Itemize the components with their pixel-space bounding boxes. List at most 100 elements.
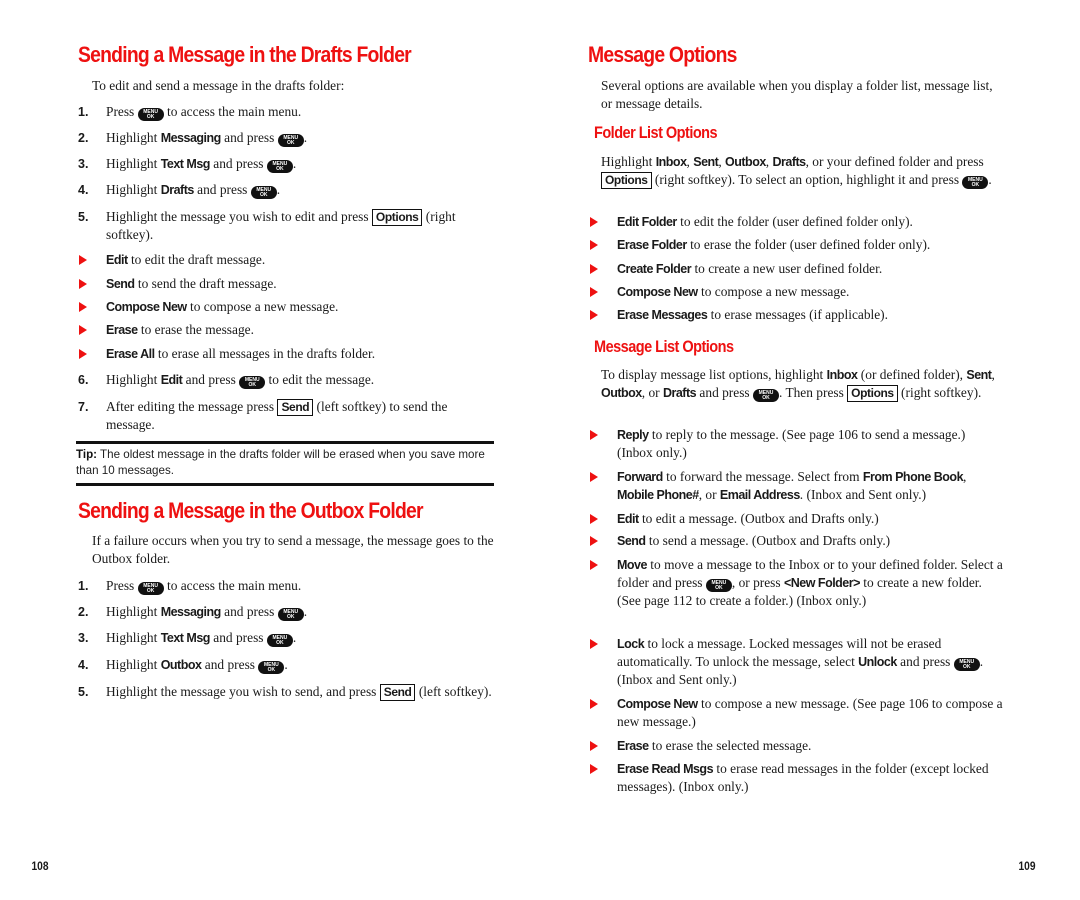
bold-term: Inbox bbox=[826, 368, 858, 382]
option-item: Compose New to compose a new message. bbox=[78, 298, 488, 316]
step-text: Highlight Text Msg and press MENU OK. bbox=[106, 630, 297, 647]
bold-term: Forward bbox=[617, 470, 663, 484]
option-item: Send to send a message. (Outbox and Draf… bbox=[589, 532, 1003, 550]
folder-list-options-heading: Folder List Options bbox=[594, 124, 718, 142]
menu-ok-key-icon: MENU OK bbox=[953, 658, 980, 671]
option-text: Reply to reply to the message. (See page… bbox=[617, 427, 966, 460]
message-options-title: Message Options bbox=[588, 42, 737, 67]
option-text: Edit to edit a message. (Outbox and Draf… bbox=[617, 511, 879, 526]
option-text: Erase to erase the selected message. bbox=[617, 738, 812, 753]
bullet-arrow-icon bbox=[590, 536, 598, 546]
bold-term: Text Msg bbox=[160, 631, 211, 645]
step-number: 3. bbox=[78, 631, 89, 645]
bold-term: Sent bbox=[693, 155, 719, 169]
option-item: Lock to lock a message. Locked messages … bbox=[589, 635, 1003, 689]
message-list-options-heading: Message List Options bbox=[594, 338, 734, 356]
step-item: 2. Highlight Messaging and press MENU OK. bbox=[78, 603, 496, 621]
outbox-intro: If a failure occurs when you try to send… bbox=[92, 533, 494, 566]
message-list-intro: To display message list options, highlig… bbox=[601, 367, 995, 402]
option-item: Create Folder to create a new user defin… bbox=[589, 260, 999, 278]
menu-ok-key-icon: MENU OK bbox=[266, 160, 293, 173]
menu-ok-key-icon: MENU OK bbox=[705, 579, 732, 592]
bold-term: Edit Folder bbox=[617, 215, 677, 229]
bullet-arrow-icon bbox=[590, 560, 598, 570]
option-item: Send to send the draft message. bbox=[78, 275, 488, 293]
step-number: 1. bbox=[78, 105, 89, 119]
softkey-options: Options bbox=[371, 209, 423, 226]
bullet-arrow-icon bbox=[79, 255, 87, 265]
bold-term: Messaging bbox=[160, 131, 222, 145]
step-number: 2. bbox=[78, 131, 89, 145]
bold-term: Edit bbox=[617, 512, 639, 526]
bold-term: Drafts bbox=[662, 386, 697, 400]
bold-term: Erase bbox=[617, 739, 649, 753]
bold-term: Unlock bbox=[858, 655, 897, 669]
bold-term: Drafts bbox=[160, 183, 195, 197]
option-text: Send to send a message. (Outbox and Draf… bbox=[617, 533, 891, 548]
menu-ok-key-icon: MENU OK bbox=[277, 134, 304, 147]
option-text: Move to move a message to the Inbox or t… bbox=[617, 557, 1003, 608]
bold-term: From Phone Book bbox=[862, 470, 964, 484]
step-text: Press MENU OK to access the main menu. bbox=[106, 578, 302, 595]
softkey-send: Send bbox=[277, 399, 314, 416]
step-item: 3. Highlight Text Msg and press MENU OK. bbox=[78, 629, 496, 647]
bold-term: Lock bbox=[617, 637, 645, 651]
option-item: Erase Folder to erase the folder (user d… bbox=[589, 236, 999, 254]
step-item: 6. Highlight Edit and press MENU OK to edi… bbox=[78, 371, 494, 389]
bold-term: Create Folder bbox=[617, 262, 692, 276]
bullet-arrow-icon bbox=[590, 472, 598, 482]
bullet-arrow-icon bbox=[590, 430, 598, 440]
step-number: 7. bbox=[78, 400, 89, 414]
menu-ok-key-icon: MENU OK bbox=[239, 376, 266, 389]
step-text: Highlight Drafts and press MENU OK. bbox=[106, 182, 281, 199]
folder-list-intro: Highlight Inbox, Sent, Outbox, Drafts, o… bbox=[601, 154, 992, 189]
step-text: Highlight Outbox and press MENU OK. bbox=[106, 657, 288, 674]
page-number-left: 108 bbox=[31, 859, 49, 873]
bullet-arrow-icon bbox=[590, 264, 598, 274]
menu-ok-key-icon: MENU OK bbox=[962, 176, 989, 189]
bold-term: Send bbox=[106, 277, 135, 291]
bold-term: Move bbox=[617, 558, 647, 572]
bold-term: Compose New bbox=[106, 300, 187, 314]
menu-ok-key-icon: MENU OK bbox=[137, 108, 164, 121]
option-item: Edit to edit the draft message. bbox=[78, 251, 488, 269]
option-item: Reply to reply to the message. (See page… bbox=[589, 426, 1003, 462]
option-text: Create Folder to create a new user defin… bbox=[617, 261, 883, 276]
step-text: Highlight Messaging and press MENU OK. bbox=[106, 130, 308, 147]
tip-top-rule bbox=[76, 441, 494, 444]
step-item: 5. Highlight the message you wish to send… bbox=[78, 683, 496, 701]
bold-term: Erase Messages bbox=[617, 308, 708, 322]
option-text: Edit Folder to edit the folder (user def… bbox=[617, 214, 913, 229]
step-number: 1. bbox=[78, 579, 89, 593]
bold-term: Messaging bbox=[160, 605, 222, 619]
step-number: 4. bbox=[78, 183, 89, 197]
bullet-arrow-icon bbox=[79, 279, 87, 289]
step-text: Highlight Messaging and press MENU OK. bbox=[106, 604, 308, 621]
menu-ok-key-icon: MENU OK bbox=[137, 582, 164, 595]
bold-term: Outbox bbox=[160, 658, 202, 672]
option-item: Erase Read Msgs to erase read messages i… bbox=[589, 760, 1003, 796]
menu-ok-key-icon: MENU OK bbox=[752, 389, 779, 402]
option-text: Compose New to compose a new message. bbox=[106, 299, 339, 314]
bold-term: Drafts bbox=[772, 155, 806, 169]
step-item: 1. Press MENU OK to access the main menu. bbox=[78, 577, 496, 595]
tip-bottom-rule bbox=[76, 483, 494, 486]
option-item: Edit Folder to edit the folder (user def… bbox=[589, 213, 999, 231]
step-text: Highlight the message you wish to edit a… bbox=[106, 209, 456, 242]
softkey-options: Options bbox=[601, 172, 652, 189]
step-number: 6. bbox=[78, 373, 89, 387]
step-number: 5. bbox=[78, 685, 89, 699]
option-text: Lock to lock a message. Locked messages … bbox=[617, 636, 984, 687]
bold-term: <New Folder> bbox=[783, 576, 860, 590]
bold-term: Edit bbox=[160, 373, 183, 387]
bold-term: Email Address bbox=[719, 488, 800, 502]
bullet-arrow-icon bbox=[79, 325, 87, 335]
bold-term: Erase Read Msgs bbox=[617, 762, 714, 776]
step-item: 4. Highlight Outbox and press MENU OK. bbox=[78, 656, 496, 674]
bullet-arrow-icon bbox=[79, 302, 87, 312]
drafts-section-title: Sending a Message in the Drafts Folder bbox=[78, 42, 412, 67]
step-number: 3. bbox=[78, 157, 89, 171]
step-number: 2. bbox=[78, 605, 89, 619]
option-item: Erase All to erase all messages in the d… bbox=[78, 345, 488, 363]
option-text: Erase Folder to erase the folder (user d… bbox=[617, 237, 931, 252]
